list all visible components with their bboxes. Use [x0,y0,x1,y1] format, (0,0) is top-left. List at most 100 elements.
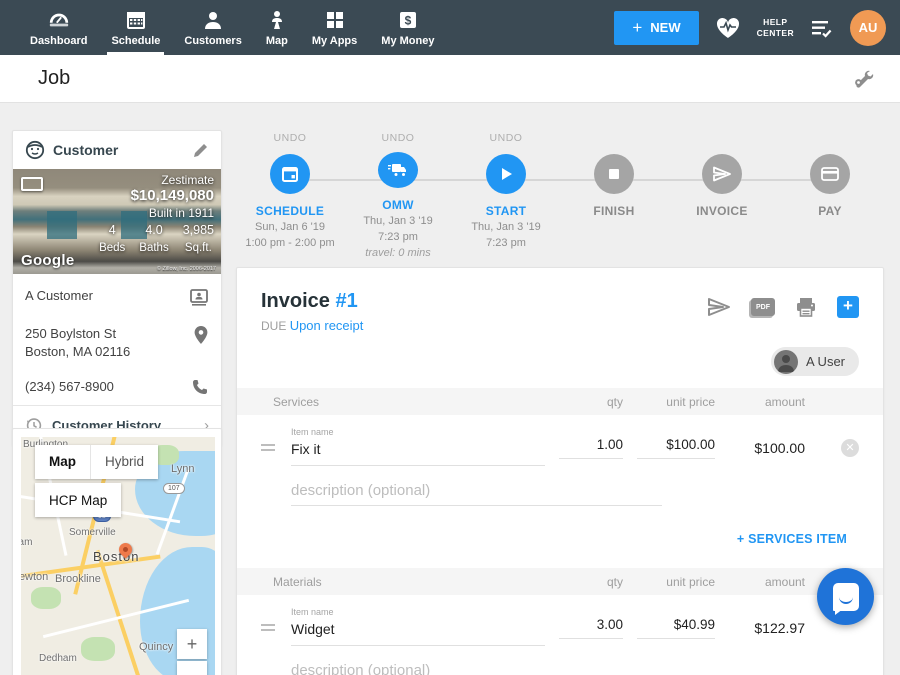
google-map[interactable]: Burlington Lynn Somerville Boston ham Ne… [21,437,215,675]
help-center-link[interactable]: HELP CENTER [757,17,794,38]
nav-item-my-apps[interactable]: My Apps [300,0,369,55]
omw-travel: travel: 0 mins [363,246,432,262]
timeline-step-pay: PAY [776,132,884,262]
map-zoom-in-button[interactable]: + [177,629,207,659]
nav-item-schedule[interactable]: Schedule [99,0,172,55]
help-center-line1: HELP [757,17,794,28]
park-area [81,637,115,661]
description-row: description (optional) [237,646,883,675]
timeline-step-schedule: UNDO SCHEDULE Sun, Jan 6 '19 1:00 pm - 2… [236,132,344,262]
contact-block: A Customer 250 Boylston St Boston, MA 02… [13,274,221,405]
plus-icon: + [632,18,642,38]
health-heart-icon[interactable] [715,16,741,40]
chat-launcher-button[interactable] [817,568,874,625]
start-time: 7:23 pm [471,236,540,252]
edit-pencil-icon[interactable] [192,142,209,159]
assigned-user-name: A User [806,354,845,369]
item-name-field[interactable]: Item name Fix it [291,429,545,466]
chat-bubble-icon [833,583,859,611]
new-button[interactable]: + NEW [614,11,698,45]
schedule-date: Sun, Jan 6 '19 [245,220,334,236]
page-title: Job [38,67,70,90]
omw-time: 7:23 pm [363,230,432,246]
delete-item-button[interactable]: ✕ [841,439,859,457]
stop-icon [607,167,621,181]
qty-column-header: qty [559,395,623,409]
invoice-number[interactable]: #1 [335,290,357,312]
amount-column-header: amount [729,575,805,589]
assigned-user-chip[interactable]: A User [771,347,859,376]
storefront-window [47,211,77,239]
pdf-icon[interactable]: PDF [751,298,775,316]
location-pin-icon[interactable] [193,325,209,345]
customers-icon [202,9,224,31]
map-zoom-out-button[interactable]: − [177,661,207,675]
description-input[interactable]: description (optional) [291,662,662,675]
play-icon [498,166,514,182]
materials-section-header: Materials qty unit price amount [237,568,883,595]
job-status-timeline: UNDO SCHEDULE Sun, Jan 6 '19 1:00 pm - 2… [236,132,884,262]
map-label-newton: Newton [21,571,48,583]
property-stats: 4 Beds 4.0 Baths 3,985 Sq.ft. [99,221,214,257]
section-name: Materials [261,575,545,589]
invoice-step-button[interactable] [702,154,742,194]
unit-price-field[interactable]: $40.99 [637,617,715,639]
drag-handle-icon[interactable] [261,621,275,634]
start-date: Thu, Jan 3 '19 [471,220,540,236]
qty-field[interactable]: 1.00 [559,437,623,459]
material-line-item: Item name Widget 3.00 $40.99 $122.97 [237,595,883,646]
unit-price-field[interactable]: $100.00 [637,437,715,459]
pay-step-button[interactable] [810,154,850,194]
qty-field[interactable]: 3.00 [559,617,623,639]
timeline-step-start: UNDO START Thu, Jan 3 '19 7:23 pm [452,132,560,262]
map-label-boston: Boston [93,549,139,564]
due-terms-link[interactable]: Upon receipt [290,318,364,333]
zestimate-label: Zestimate [161,173,214,187]
undo-button[interactable]: UNDO [382,132,415,146]
map-icon [266,9,288,31]
undo-button[interactable]: UNDO [490,132,523,148]
map-type-hybrid-button[interactable]: Hybrid [90,445,158,479]
drag-handle-icon[interactable] [261,441,275,454]
nav-item-dashboard[interactable]: Dashboard [18,0,99,55]
send-icon [713,166,731,182]
user-avatar[interactable]: AU [850,10,886,46]
streetview-frame-icon[interactable] [21,177,43,191]
map-type-map-button[interactable]: Map [35,445,90,479]
phone-icon[interactable] [191,378,209,396]
truck-icon [388,162,408,178]
finish-step-button[interactable] [594,154,634,194]
print-icon[interactable] [795,297,817,317]
nav-actions: + NEW HELP CENTER AU [614,0,900,55]
hcp-map-button[interactable]: HCP Map [35,483,121,517]
schedule-step-button[interactable] [270,154,310,194]
nav-items: Dashboard Schedule Customers Map [0,0,446,55]
customer-card-title: Customer [53,142,184,158]
item-name-field[interactable]: Item name Widget [291,609,545,646]
send-invoice-icon[interactable] [707,297,731,317]
job-settings-tools-icon[interactable] [850,67,874,91]
stat-baths: 4.0 Baths [139,221,168,257]
nav-label: My Money [381,35,434,47]
item-name-label: Item name [291,427,334,437]
property-photo[interactable]: Zestimate $10,149,080 Built in 1911 4 Be… [13,169,221,274]
invoice-due: DUE Upon receipt [261,318,363,333]
start-step-button[interactable] [486,154,526,194]
nav-label: Map [266,35,288,47]
description-input[interactable]: description (optional) [291,482,662,506]
amount-value: $122.97 [729,620,805,636]
task-list-icon[interactable] [810,18,834,38]
undo-button[interactable]: UNDO [274,132,307,148]
page-header: Job [0,55,900,103]
add-services-item-link[interactable]: + SERVICES ITEM [737,532,847,546]
invoice-title-block: Invoice #1 DUE Upon receipt [261,290,363,333]
nav-item-map[interactable]: Map [254,0,300,55]
contact-card-icon[interactable] [189,287,209,307]
nav-item-my-money[interactable]: $ My Money [369,0,446,55]
omw-step-button[interactable] [378,152,418,188]
add-invoice-item-button[interactable]: + [837,296,859,318]
nav-label: My Apps [312,35,357,47]
customer-face-icon [25,140,45,160]
nav-item-customers[interactable]: Customers [172,0,253,55]
section-name: Services [261,395,545,409]
